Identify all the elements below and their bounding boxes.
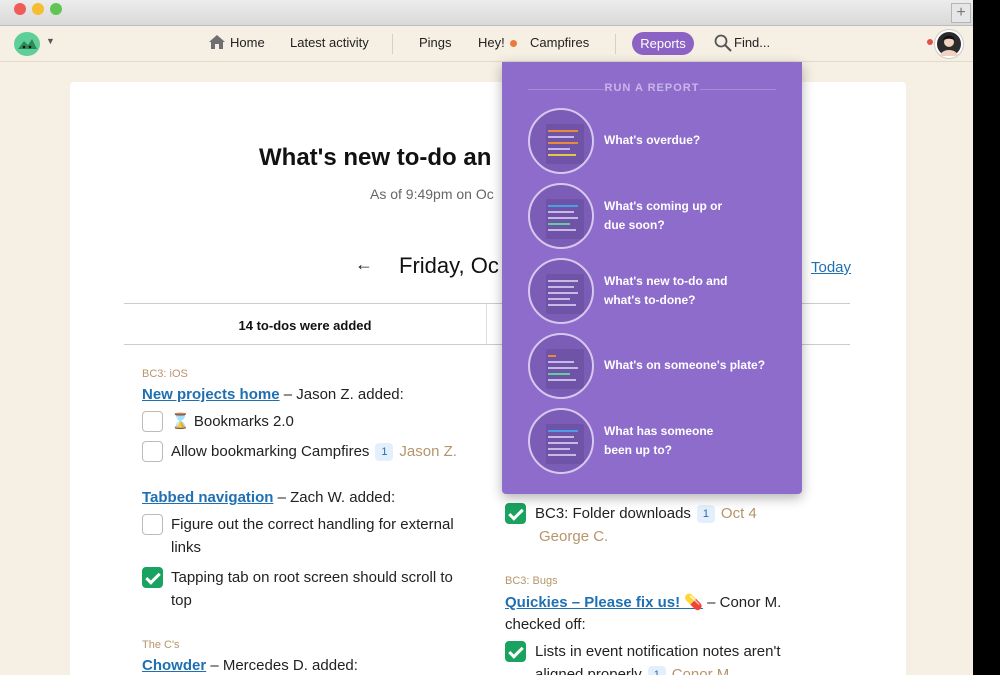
nav-hey[interactable]: Hey! xyxy=(478,35,505,50)
todo-checkbox[interactable] xyxy=(142,441,163,462)
column-divider xyxy=(486,304,487,344)
added-by: – Mercedes D. added: xyxy=(206,657,358,674)
todo-checkbox-checked[interactable] xyxy=(505,641,526,662)
project-label: BC3: iOS xyxy=(142,368,188,380)
todo-checkbox[interactable] xyxy=(142,411,163,432)
report-coming-up[interactable]: What's coming up or due soon? xyxy=(528,183,788,249)
reports-dropdown: RUN A REPORT What's overdue? What's comi… xyxy=(502,62,802,494)
todo-item-text: Figure out the correct handling for exte… xyxy=(171,516,454,533)
report-thumbnail-icon xyxy=(528,108,594,174)
nav-pings[interactable]: Pings xyxy=(419,35,452,50)
todo-item: Allow bookmarking Campfires 1 Jason Z. xyxy=(171,440,457,463)
page-title: What's new to-do an xyxy=(259,144,492,171)
todo-list-heading: Quickies – Please fix us! 💊 – Conor M. xyxy=(505,593,781,611)
window-titlebar: + xyxy=(0,0,973,26)
todo-item: Tapping tab on root screen should scroll… xyxy=(171,566,453,612)
left-column-heading: 14 to-dos were added xyxy=(238,318,372,333)
report-thumbnail-icon xyxy=(528,183,594,249)
alert-dot xyxy=(927,39,933,45)
todo-list-link[interactable]: New projects home xyxy=(142,386,280,403)
todo-list-heading: Chowder – Mercedes D. added: xyxy=(142,657,358,674)
report-label: What's coming up or due soon? xyxy=(604,199,723,232)
comment-count-badge[interactable]: 1 xyxy=(375,443,394,462)
nav-find[interactable]: Find... xyxy=(734,35,770,50)
assignee[interactable]: Jason Z. xyxy=(399,443,457,460)
nav-campfires[interactable]: Campfires xyxy=(530,35,589,50)
todo-list-link[interactable]: Tabbed navigation xyxy=(142,489,273,506)
report-label: What's new to-do and what's to-done? xyxy=(604,274,728,307)
comment-count-badge[interactable]: 1 xyxy=(696,505,715,524)
report-overdue[interactable]: What's overdue? xyxy=(528,108,788,174)
todo-list-link[interactable]: Quickies – Please fix us! 💊 xyxy=(505,594,703,611)
todo-item: Lists in event notification notes aren't… xyxy=(535,640,781,675)
close-window-button[interactable] xyxy=(14,3,26,15)
new-tab-button[interactable]: + xyxy=(951,3,971,23)
comment-count-badge[interactable]: 1 xyxy=(647,666,666,675)
todo-item-text: aligned properly xyxy=(535,666,642,675)
report-someones-plate[interactable]: What's on someone's plate? xyxy=(528,333,788,399)
report-label: What's on someone's plate? xyxy=(604,358,766,372)
todo-list-link[interactable]: Chowder xyxy=(142,657,206,674)
added-by: – Zach W. added: xyxy=(273,489,396,506)
report-date: Friday, Oc xyxy=(399,253,499,278)
todo-item-text: links xyxy=(171,539,202,556)
added-by: – Jason Z. added: xyxy=(279,386,404,403)
nav-latest-activity[interactable]: Latest activity xyxy=(290,35,369,50)
nav-reports[interactable]: Reports xyxy=(632,32,694,55)
reports-heading: RUN A REPORT xyxy=(604,82,700,94)
top-navigation: ▼ Home Latest activity Pings Hey! Campfi… xyxy=(0,26,973,62)
minimize-window-button[interactable] xyxy=(32,3,44,15)
report-new-todos[interactable]: What's new to-do and what's to-done? xyxy=(528,258,788,324)
arrow-left-icon[interactable]: ← xyxy=(355,254,373,275)
project-label: BC3: Bugs xyxy=(505,575,558,587)
search-icon[interactable] xyxy=(714,34,732,52)
report-label: What has someone been up to? xyxy=(604,424,714,457)
todo-checkbox-checked[interactable] xyxy=(142,567,163,588)
todo-item: ⌛ Bookmarks 2.0 xyxy=(171,413,294,430)
chevron-down-icon[interactable]: ▼ xyxy=(46,36,55,46)
assignee[interactable]: Conor M. xyxy=(672,666,734,675)
page-subtitle: As of 9:49pm on Oc xyxy=(370,186,494,202)
checked-off-label: checked off: xyxy=(505,616,586,633)
divider xyxy=(700,89,776,90)
home-icon[interactable] xyxy=(208,34,226,50)
report-thumbnail-icon xyxy=(528,258,594,324)
report-label: What's overdue? xyxy=(604,133,701,147)
notification-dot xyxy=(510,40,517,47)
report-thumbnail-icon xyxy=(528,408,594,474)
checked-by: – Conor M. xyxy=(702,594,782,611)
todo-item-text: top xyxy=(171,592,192,609)
avatar-icon[interactable] xyxy=(935,30,963,58)
todo-item-text: Allow bookmarking Campfires xyxy=(171,443,370,460)
nav-divider xyxy=(615,34,616,54)
report-someone-been-up-to[interactable]: What has someone been up to? xyxy=(528,408,788,474)
todo-item-text: Lists in event notification notes aren't xyxy=(535,643,781,660)
todo-checkbox-checked[interactable] xyxy=(505,503,526,524)
nav-home[interactable]: Home xyxy=(230,35,265,50)
todo-list-heading: New projects home – Jason Z. added: xyxy=(142,386,404,403)
todo-item-text: BC3: Folder downloads xyxy=(535,505,691,522)
todo-checkbox[interactable] xyxy=(142,514,163,535)
logo-icon[interactable] xyxy=(14,32,40,56)
todo-item-text: Tapping tab on root screen should scroll… xyxy=(171,569,453,586)
today-link[interactable]: Today xyxy=(811,259,851,276)
zoom-window-button[interactable] xyxy=(50,3,62,15)
todo-list-heading: Tabbed navigation – Zach W. added: xyxy=(142,489,395,506)
nav-divider xyxy=(392,34,393,54)
report-thumbnail-icon xyxy=(528,333,594,399)
assignee[interactable]: George C. xyxy=(535,525,757,548)
project-label: The C's xyxy=(142,639,180,651)
todo-item: BC3: Folder downloads 1 Oct 4 George C. xyxy=(535,502,757,548)
app-window: + ▼ Home Latest activity Pings Hey! Camp… xyxy=(0,0,973,675)
due-date: Oct 4 xyxy=(720,505,757,522)
todo-item: Figure out the correct handling for exte… xyxy=(171,513,454,559)
